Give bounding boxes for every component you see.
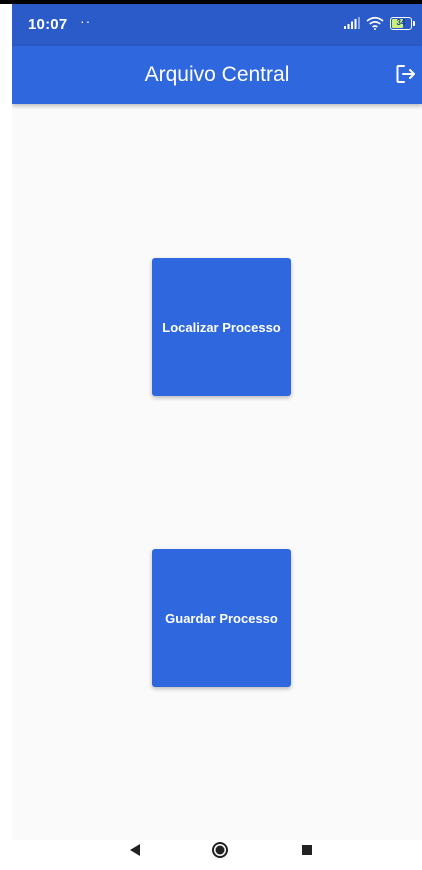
system-nav-bar bbox=[0, 840, 422, 870]
recents-square-icon[interactable] bbox=[300, 842, 314, 858]
back-triangle-icon[interactable] bbox=[128, 842, 142, 858]
app-bar: Arquivo Central bbox=[12, 46, 422, 104]
status-time: 10:07 bbox=[28, 16, 68, 33]
status-bar: 10:07 ·· 34 bbox=[12, 4, 422, 46]
logout-button[interactable] bbox=[394, 62, 418, 86]
home-circle-icon[interactable] bbox=[210, 842, 230, 862]
app-title: Arquivo Central bbox=[144, 63, 290, 86]
battery-level: 34 bbox=[396, 18, 406, 27]
app-screen: 10:07 ·· 34 Arquivo Central Localizar Pr… bbox=[12, 4, 422, 840]
status-icons: 34 bbox=[344, 16, 415, 30]
battery-icon: 34 bbox=[390, 16, 415, 30]
logout-icon bbox=[396, 65, 415, 83]
notification-dots: ·· bbox=[80, 13, 92, 29]
wifi-icon bbox=[366, 16, 384, 30]
guardar-processo-button[interactable]: Guardar Processo bbox=[152, 549, 291, 687]
localizar-processo-button[interactable]: Localizar Processo bbox=[152, 258, 291, 396]
signal-icon bbox=[344, 17, 360, 29]
